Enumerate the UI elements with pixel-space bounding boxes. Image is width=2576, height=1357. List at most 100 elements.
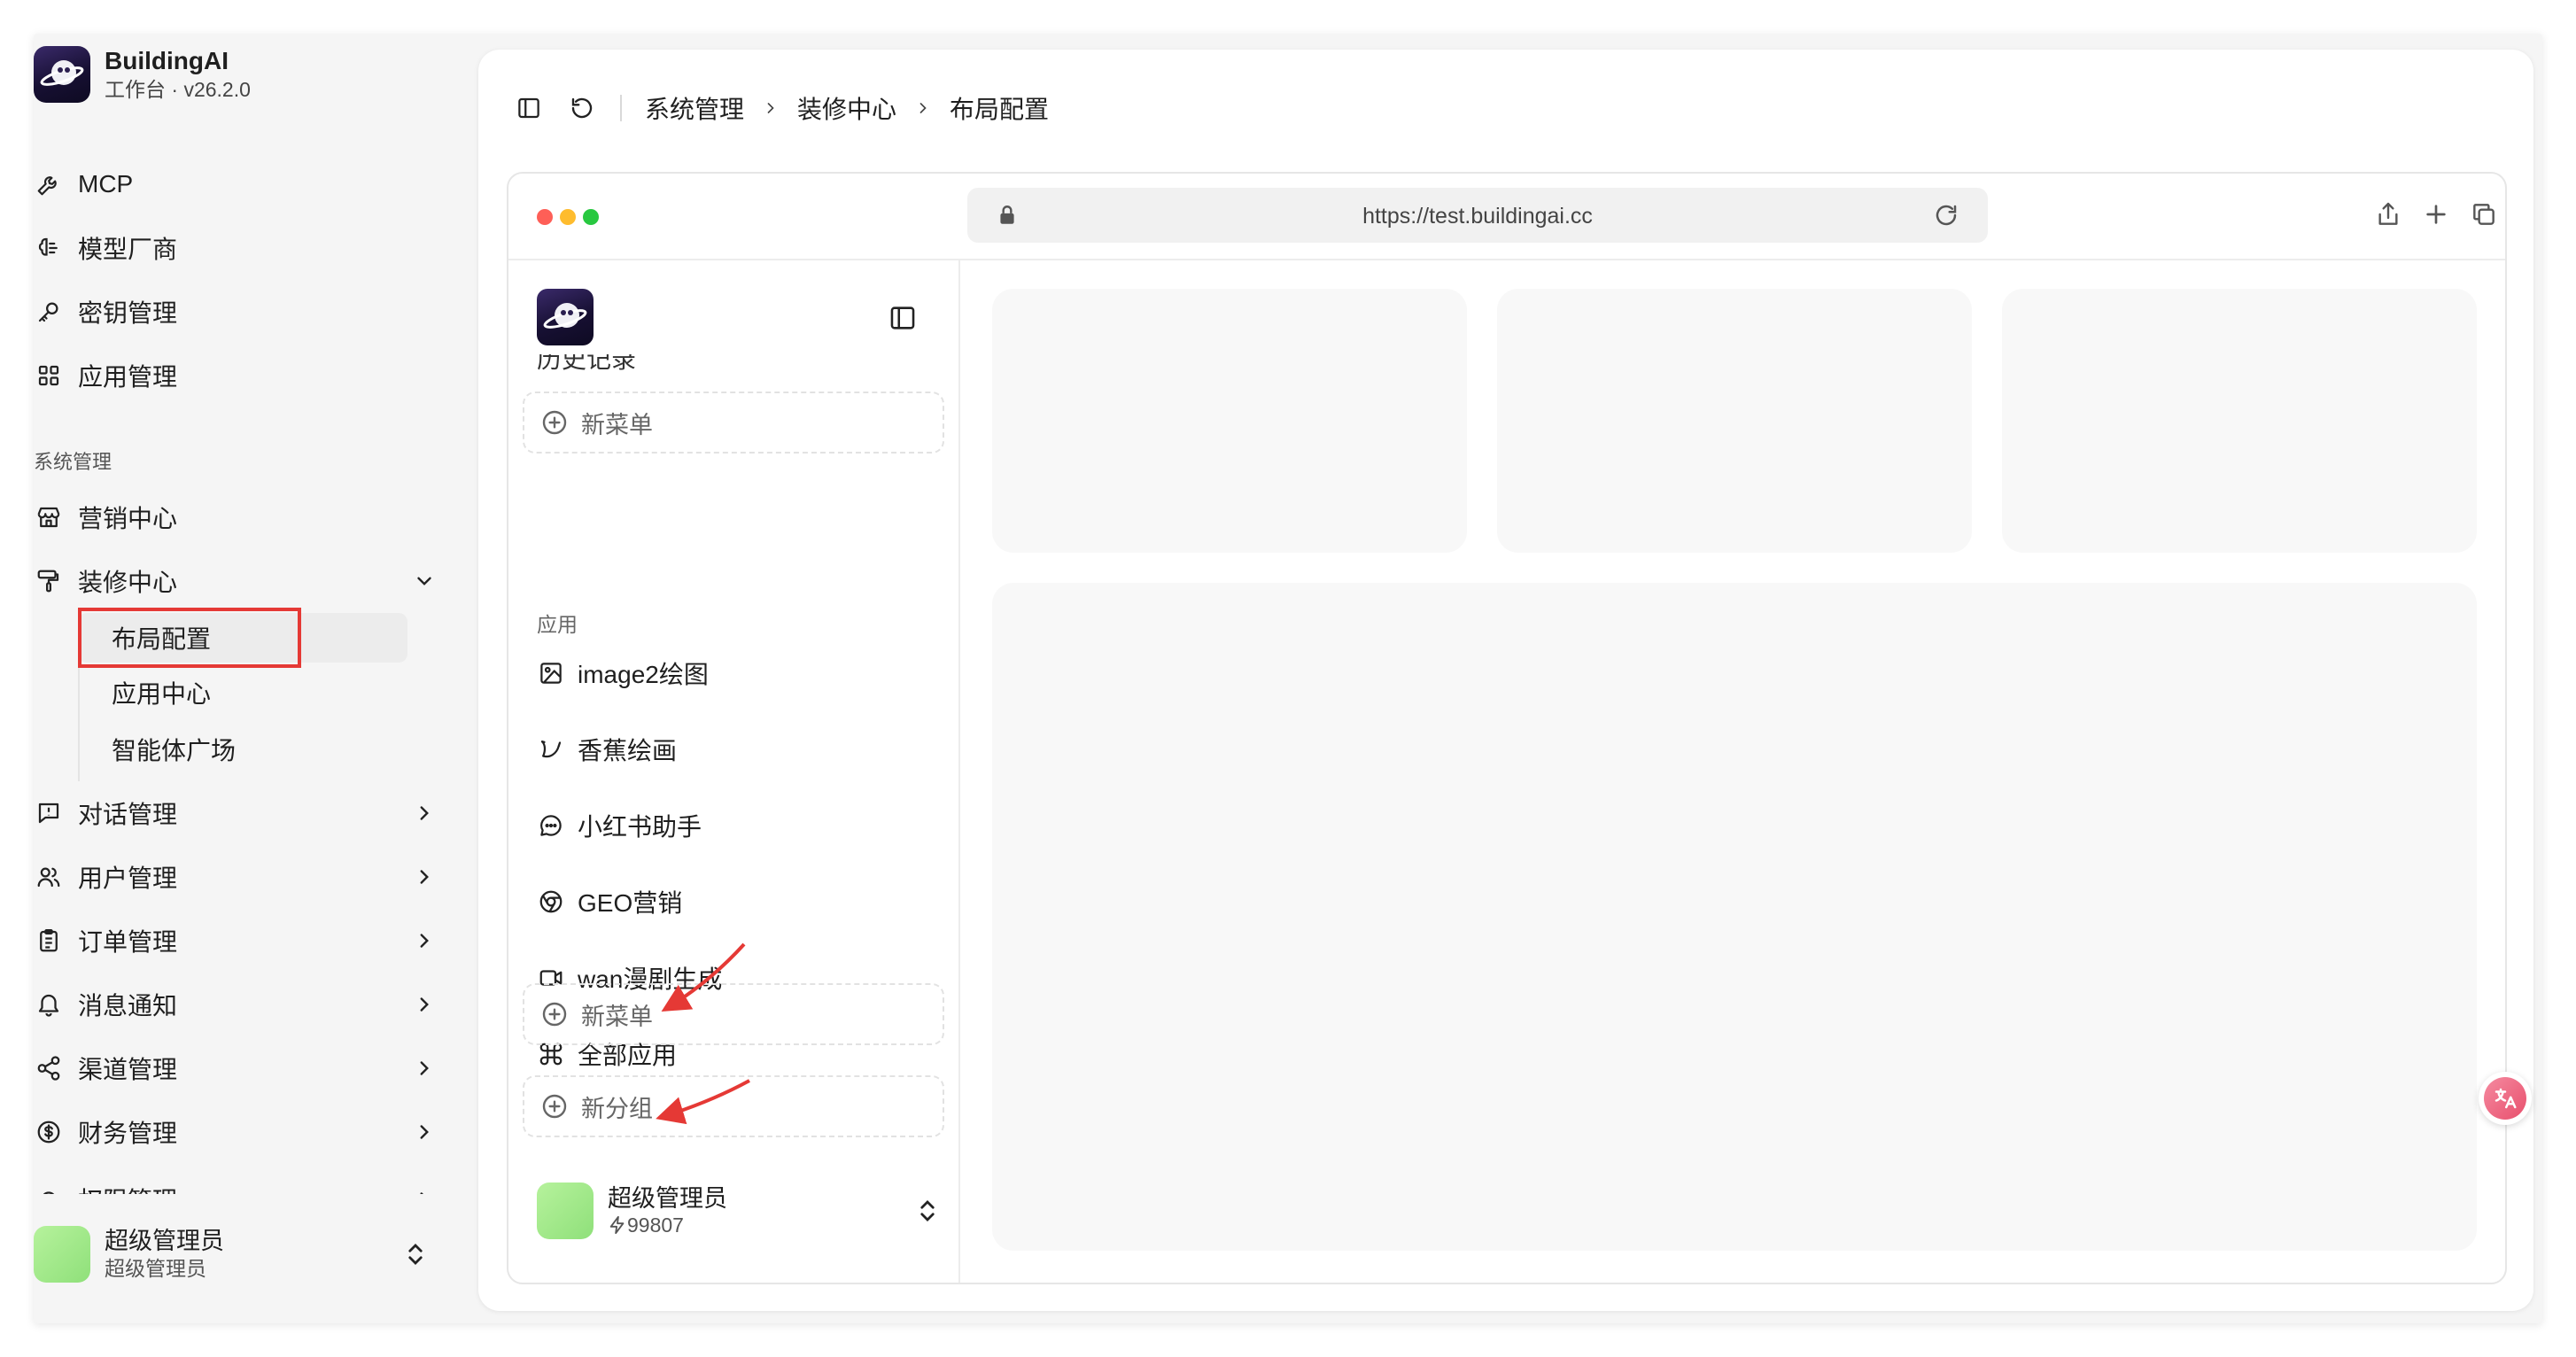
preview-app-item[interactable]: image2绘图	[537, 652, 709, 694]
browser-preview: https://test.buildingai.cc 历史记录 新菜单 应用 i…	[507, 172, 2507, 1284]
breadcrumb-item[interactable]: 系统管理	[645, 90, 744, 126]
image-icon	[537, 659, 565, 687]
window-minimize-dot[interactable]	[560, 209, 576, 225]
preview-app-label: image2绘图	[578, 661, 709, 688]
chevron-right-icon	[420, 1061, 429, 1075]
chevron-right-icon	[919, 103, 927, 113]
app-name: BuildingAI	[105, 47, 229, 74]
preview-app-item[interactable]: 小红书助手	[537, 804, 702, 847]
sidebar-section-label: 系统管理	[34, 451, 113, 473]
sidebar-item-notifications[interactable]: 消息通知	[34, 983, 441, 1026]
sidebar-toggle-icon[interactable]	[888, 303, 918, 333]
share-upload-icon[interactable]	[2374, 200, 2402, 229]
skeleton-card	[1497, 289, 1972, 553]
url-bar[interactable]: https://test.buildingai.cc	[967, 188, 1988, 243]
add-group-label: 新分组	[581, 1095, 653, 1122]
translate-floating-button[interactable]	[2479, 1072, 2532, 1125]
chevron-right-icon	[420, 806, 429, 820]
sidebar-item-permissions[interactable]: 权限管理	[34, 1175, 441, 1194]
sidebar-item-label: 装修中心	[78, 569, 178, 596]
user-role: 超级管理员	[105, 1257, 206, 1280]
add-menu-button-2[interactable]: 新菜单	[523, 983, 944, 1045]
url-text: https://test.buildingai.cc	[1362, 204, 1593, 229]
chevron-right-icon	[420, 870, 429, 884]
breadcrumb-current: 布局配置	[950, 96, 1050, 123]
preview-user-points: 99807	[627, 1214, 684, 1237]
sidebar-item-orders[interactable]: 订单管理	[34, 919, 441, 962]
plus-circle-icon	[542, 410, 567, 435]
chevron-right-icon	[420, 934, 429, 948]
sidebar-item-label: 对话管理	[78, 801, 178, 828]
add-group-button[interactable]: 新分组	[523, 1075, 944, 1137]
sidebar-item-finance[interactable]: 财务管理	[34, 1111, 441, 1153]
user-menu[interactable]: 超级管理员 超级管理员	[34, 1222, 441, 1286]
app-version: 工作台 · v26.2.0	[105, 78, 251, 101]
avatar	[34, 1226, 90, 1283]
add-menu-label: 新菜单	[581, 411, 653, 438]
refresh-icon[interactable]	[567, 93, 597, 123]
window-maximize-dot[interactable]	[583, 209, 599, 225]
chat-icon	[34, 798, 64, 828]
sidebar-item-conversations[interactable]: 对话管理	[34, 792, 441, 834]
chevron-down-icon	[417, 577, 431, 585]
avatar	[537, 1183, 594, 1239]
sidebar-item-label: 应用管理	[78, 363, 178, 391]
add-menu-button[interactable]: 新菜单	[523, 392, 944, 454]
reload-icon[interactable]	[1933, 202, 1959, 229]
chevron-right-icon	[420, 1192, 423, 1194]
translate-icon	[2484, 1077, 2526, 1120]
grid-icon	[34, 361, 64, 391]
sidebar-item-app-management[interactable]: 应用管理	[34, 354, 177, 397]
sidebar-item-label: 密钥管理	[78, 299, 178, 327]
app-logo	[34, 46, 90, 103]
sidebar-subitem-label: 智能体广场	[112, 737, 237, 764]
sidebar-item-channels[interactable]: 渠道管理	[34, 1047, 441, 1089]
topbar: 系统管理 装修中心 布局配置	[514, 89, 1049, 128]
preview-section-label: 应用	[537, 613, 578, 636]
brand[interactable]: BuildingAI 工作台 · v26.2.0	[34, 46, 251, 103]
sidebar-item-label: 渠道管理	[78, 1056, 178, 1083]
sidebar-subitem-label: 应用中心	[112, 680, 212, 708]
chevrons-up-down-icon	[408, 1244, 423, 1265]
chrome-icon	[537, 888, 565, 916]
sidebar-item-marketing[interactable]: 营销中心	[34, 496, 177, 539]
chevron-right-icon	[420, 1125, 429, 1139]
sidebar-item-label: 模型厂商	[78, 236, 178, 263]
banana-icon	[537, 735, 565, 764]
tabs-overview-icon[interactable]	[2470, 200, 2498, 229]
sidebar-item-label: 权限管理	[78, 1182, 177, 1194]
sidebar-item-label: 财务管理	[78, 1120, 178, 1147]
sidebar-item-mcp[interactable]: MCP	[34, 163, 133, 205]
new-tab-icon[interactable]	[2422, 200, 2450, 229]
sidebar-item-users[interactable]: 用户管理	[34, 856, 441, 898]
chevron-right-icon	[767, 103, 774, 113]
preview-sidebar: 历史记录 新菜单 应用 image2绘图 香蕉绘画 小红书助手 GEO营销 wa…	[508, 259, 960, 1283]
chevrons-up-down-icon[interactable]	[914, 1196, 941, 1226]
sidebar-item-label: 用户管理	[78, 865, 178, 892]
add-menu-label: 新菜单	[581, 1003, 653, 1030]
chevron-right-icon	[420, 997, 429, 1012]
sidebar-toggle-icon[interactable]	[514, 93, 544, 123]
sidebar-item-decoration[interactable]: 装修中心	[34, 560, 441, 602]
skeleton-card	[2002, 289, 2477, 553]
preview-app-item[interactable]: GEO营销	[537, 880, 682, 923]
window-close-dot[interactable]	[537, 209, 553, 225]
preview-app-item[interactable]: 香蕉绘画	[537, 728, 677, 771]
sidebar-item-model-vendors[interactable]: 模型厂商	[34, 227, 177, 269]
preview-history-item-partial[interactable]: 历史记录	[537, 354, 714, 372]
sidebar-subitem-app-center[interactable]: 应用中心	[78, 668, 211, 717]
paint-roller-icon	[34, 566, 64, 596]
sidebar-subitem-agent-plaza[interactable]: 智能体广场	[78, 725, 236, 774]
brain-icon	[34, 233, 64, 263]
lock-icon	[34, 1184, 64, 1194]
sidebar-item-keys[interactable]: 密钥管理	[34, 291, 177, 333]
skeleton-card	[992, 289, 1467, 553]
share-icon	[34, 1053, 64, 1083]
preview-user-menu[interactable]: 超级管理员 99807	[537, 1180, 944, 1242]
browser-toolbar: https://test.buildingai.cc	[508, 174, 2505, 260]
breadcrumb-item[interactable]: 装修中心	[797, 90, 896, 126]
key-icon	[34, 297, 64, 327]
sidebar-item-label: 营销中心	[78, 505, 178, 532]
highlight-annotation-box	[78, 608, 301, 668]
sidebar-item-label: 订单管理	[78, 928, 178, 956]
